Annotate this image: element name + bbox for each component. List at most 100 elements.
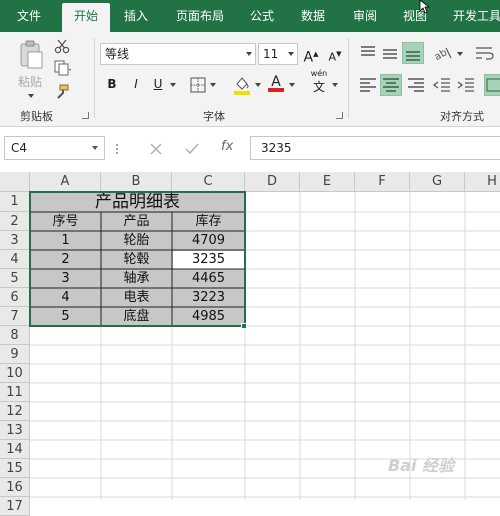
mouse-pointer-icon [419,0,431,14]
phonetic-dropdown-arrow[interactable] [332,83,338,87]
borders-icon[interactable] [190,77,206,93]
row-header[interactable]: 14 [0,440,30,459]
table-cell[interactable]: 1 [30,231,101,250]
column-header-d[interactable]: D [245,172,300,192]
format-painter-icon[interactable] [54,84,70,100]
header-cell-product[interactable]: 产品 [101,212,172,231]
row-header[interactable]: 8 [0,326,30,345]
formula-bar-grip-icon[interactable] [114,143,120,155]
row-header[interactable]: 1 [0,192,30,212]
increase-indent-icon[interactable] [456,76,476,94]
row-header[interactable]: 5 [0,269,30,288]
alignment-group-label: 对齐方式 [440,110,484,123]
tab-home[interactable]: 开始 [62,3,110,32]
active-cell[interactable]: 3235 [172,250,245,269]
fill-color-icon[interactable] [233,75,251,95]
underline-dropdown-arrow[interactable] [170,83,176,87]
bold-button[interactable]: B [104,74,120,96]
font-color-button[interactable]: A [268,72,284,94]
table-cell[interactable]: 4985 [172,307,245,326]
row-header[interactable]: 11 [0,383,30,402]
font-color-dropdown-arrow[interactable] [289,83,295,87]
fill-color-dropdown-arrow[interactable] [255,83,261,87]
bottom-align-button[interactable] [402,42,424,64]
decrease-font-size-button[interactable]: A▼ [326,44,344,66]
tab-page-layout[interactable]: 页面布局 [165,0,235,32]
table-cell[interactable]: 电表 [101,288,172,307]
merge-center-button[interactable] [484,74,500,96]
borders-dropdown-arrow[interactable] [210,83,216,87]
table-cell[interactable]: 轴承 [101,269,172,288]
orientation-icon[interactable]: ab [432,44,454,62]
enter-check-icon[interactable] [184,141,200,157]
phonetic-guide-button[interactable]: wén 文 [308,68,330,98]
paste-icon[interactable] [16,40,46,70]
italic-button[interactable]: I [128,74,144,96]
table-cell[interactable]: 轮胎 [101,231,172,250]
row-header[interactable]: 7 [0,307,30,326]
table-cell[interactable]: 轮毂 [101,250,172,269]
table-cell[interactable]: 5 [30,307,101,326]
font-name-combo[interactable]: 等线 [100,43,256,65]
align-center-button[interactable] [380,74,402,96]
table-cell[interactable]: 底盘 [101,307,172,326]
insert-function-button[interactable]: fx [221,139,233,154]
increase-font-size-button[interactable]: A▲ [302,44,320,66]
table-cell[interactable]: 4 [30,288,101,307]
formula-input[interactable]: 3235 [250,136,500,160]
underline-button[interactable]: U [150,74,166,96]
column-header-e[interactable]: E [300,172,355,192]
table-cell[interactable]: 4709 [172,231,245,250]
tab-review[interactable]: 审阅 [343,0,387,32]
table-cell[interactable]: 3 [30,269,101,288]
paste-button-label[interactable]: 粘贴 [12,72,48,94]
fill-handle[interactable] [241,323,247,329]
chevron-down-icon [246,52,252,56]
header-cell-stock[interactable]: 库存 [172,212,245,231]
header-cell-index[interactable]: 序号 [30,212,101,231]
table-cell[interactable]: 4465 [172,269,245,288]
decrease-indent-icon[interactable] [432,76,452,94]
align-right-icon[interactable] [406,76,426,94]
table-cell[interactable]: 3223 [172,288,245,307]
tab-insert[interactable]: 插入 [113,0,159,32]
column-header-c[interactable]: C [172,172,245,192]
tab-developer[interactable]: 开发工具 [447,0,500,32]
tab-data[interactable]: 数据 [289,0,337,32]
row-header[interactable]: 9 [0,345,30,364]
column-header-g[interactable]: G [410,172,465,192]
row-header[interactable]: 10 [0,364,30,383]
row-header[interactable]: 3 [0,231,30,250]
orientation-dropdown-arrow[interactable] [457,52,463,56]
row-header[interactable]: 16 [0,478,30,497]
cancel-icon[interactable] [148,141,164,157]
name-box[interactable]: C4 [4,136,105,160]
column-header-b[interactable]: B [101,172,172,192]
row-header[interactable]: 4 [0,250,30,269]
row-header[interactable]: 12 [0,402,30,421]
row-header[interactable]: 6 [0,288,30,307]
align-left-icon[interactable] [358,76,378,94]
row-header[interactable]: 13 [0,421,30,440]
column-header-h[interactable]: H [465,172,500,192]
top-align-icon[interactable] [358,44,378,62]
row-header[interactable]: 2 [0,212,30,231]
font-size-combo[interactable]: 11 [258,43,298,65]
font-launcher-icon[interactable] [336,112,343,119]
clipboard-launcher-icon[interactable] [82,112,89,119]
wrap-text-icon[interactable] [474,44,496,62]
tab-file[interactable]: 文件 [0,0,58,32]
middle-align-icon[interactable] [380,44,400,62]
row-header[interactable]: 15 [0,459,30,478]
tab-formulas[interactable]: 公式 [241,0,283,32]
watermark: Bai 经验 [388,456,455,475]
paste-dropdown-arrow[interactable] [28,94,34,98]
column-header-a[interactable]: A [30,172,101,192]
table-title[interactable]: 产品明细表 [30,192,245,212]
select-all-button[interactable] [0,172,30,192]
cut-icon[interactable] [54,38,70,54]
copy-icon[interactable] [54,60,72,76]
name-box-value: C4 [11,141,28,155]
table-cell[interactable]: 2 [30,250,101,269]
column-header-f[interactable]: F [355,172,410,192]
